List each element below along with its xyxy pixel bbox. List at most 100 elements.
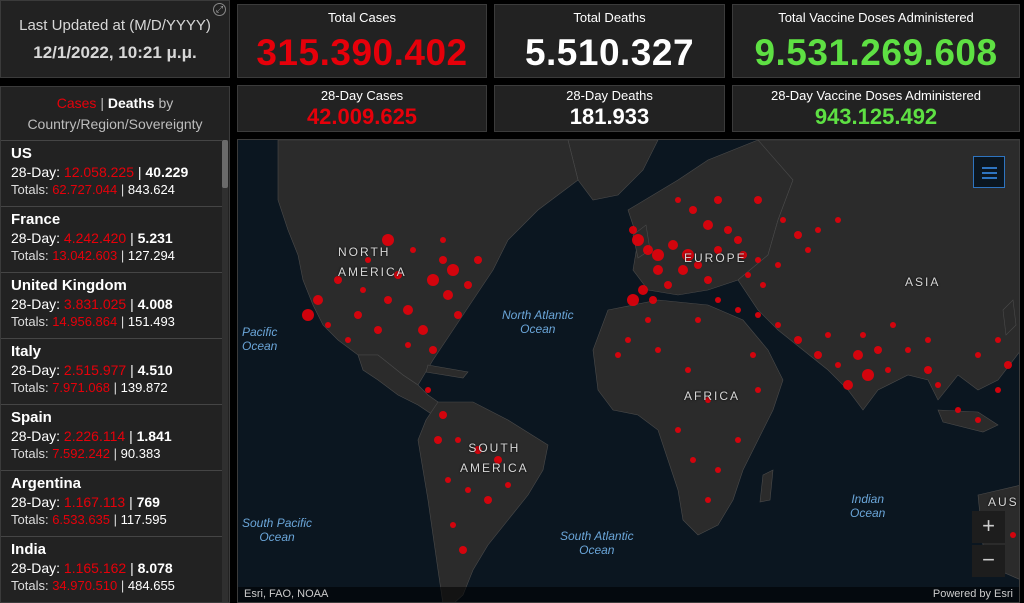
case-marker[interactable] <box>450 522 456 528</box>
case-marker[interactable] <box>814 351 822 359</box>
case-marker[interactable] <box>418 325 428 335</box>
case-marker[interactable] <box>935 382 941 388</box>
cases-tab[interactable]: Cases <box>57 95 97 111</box>
case-marker[interactable] <box>434 436 442 444</box>
case-marker[interactable] <box>625 337 631 343</box>
case-marker[interactable] <box>695 317 701 323</box>
case-marker[interactable] <box>714 196 722 204</box>
case-marker[interactable] <box>445 477 451 483</box>
case-marker[interactable] <box>649 296 657 304</box>
case-marker[interactable] <box>629 226 637 234</box>
case-marker[interactable] <box>794 336 802 344</box>
country-row[interactable]: US 28-Day: 12.058.225 | 40.229 Totals: 62.… <box>1 140 223 206</box>
case-marker[interactable] <box>652 249 664 261</box>
country-row[interactable]: United Kingdom 28-Day: 3.831.025 | 4.008 T… <box>1 272 223 338</box>
case-marker[interactable] <box>995 337 1001 343</box>
case-marker[interactable] <box>853 350 863 360</box>
case-marker[interactable] <box>705 497 711 503</box>
country-row[interactable]: Argentina 28-Day: 1.167.113 | 769 Totals: … <box>1 470 223 536</box>
case-marker[interactable] <box>715 467 721 473</box>
case-marker[interactable] <box>1004 361 1012 369</box>
case-marker[interactable] <box>975 417 981 423</box>
case-marker[interactable] <box>995 387 1001 393</box>
case-marker[interactable] <box>405 342 411 348</box>
case-marker[interactable] <box>427 274 439 286</box>
case-marker[interactable] <box>924 366 932 374</box>
case-marker[interactable] <box>760 282 766 288</box>
case-marker[interactable] <box>860 332 866 338</box>
case-marker[interactable] <box>835 217 841 223</box>
case-marker[interactable] <box>313 295 323 305</box>
case-marker[interactable] <box>384 296 392 304</box>
case-marker[interactable] <box>724 226 732 234</box>
case-marker[interactable] <box>474 256 482 264</box>
case-marker[interactable] <box>345 337 351 343</box>
scrollbar-thumb[interactable] <box>222 140 228 188</box>
case-marker[interactable] <box>638 285 648 295</box>
case-marker[interactable] <box>645 317 651 323</box>
case-marker[interactable] <box>780 217 786 223</box>
case-marker[interactable] <box>632 234 644 246</box>
case-marker[interactable] <box>745 272 751 278</box>
case-marker[interactable] <box>505 482 511 488</box>
case-marker[interactable] <box>655 347 661 353</box>
zoom-out-button[interactable]: − <box>972 545 1005 577</box>
case-marker[interactable] <box>775 322 781 328</box>
case-marker[interactable] <box>454 311 462 319</box>
case-marker[interactable] <box>325 322 331 328</box>
case-marker[interactable] <box>843 380 853 390</box>
country-row[interactable]: India 28-Day: 1.165.162 | 8.078 Totals: 34… <box>1 536 223 602</box>
case-marker[interactable] <box>775 262 781 268</box>
case-marker[interactable] <box>735 307 741 313</box>
case-marker[interactable] <box>675 197 681 203</box>
case-marker[interactable] <box>689 206 697 214</box>
case-marker[interactable] <box>664 281 672 289</box>
case-marker[interactable] <box>403 305 413 315</box>
case-marker[interactable] <box>410 247 416 253</box>
case-marker[interactable] <box>439 411 447 419</box>
case-marker[interactable] <box>360 287 366 293</box>
case-marker[interactable] <box>794 231 802 239</box>
case-marker[interactable] <box>690 457 696 463</box>
case-marker[interactable] <box>459 546 467 554</box>
case-marker[interactable] <box>302 309 314 321</box>
case-marker[interactable] <box>874 346 882 354</box>
expand-icon[interactable]: ⤢ <box>213 3 226 16</box>
case-marker[interactable] <box>975 352 981 358</box>
case-marker[interactable] <box>805 247 811 253</box>
case-marker[interactable] <box>354 311 362 319</box>
case-marker[interactable] <box>465 487 471 493</box>
case-marker[interactable] <box>735 437 741 443</box>
deaths-tab[interactable]: Deaths <box>108 95 155 111</box>
case-marker[interactable] <box>955 407 961 413</box>
case-marker[interactable] <box>627 294 639 306</box>
case-marker[interactable] <box>704 276 712 284</box>
world-map[interactable]: NORTH AMERICA EUROPE ASIA AFRICA SOUTH A… <box>237 139 1020 603</box>
case-marker[interactable] <box>750 352 756 358</box>
case-marker[interactable] <box>685 367 691 373</box>
case-marker[interactable] <box>464 281 472 289</box>
case-marker[interactable] <box>825 332 831 338</box>
case-marker[interactable] <box>890 322 896 328</box>
zoom-in-button[interactable]: + <box>972 511 1005 543</box>
case-marker[interactable] <box>447 264 459 276</box>
case-marker[interactable] <box>425 387 431 393</box>
case-marker[interactable] <box>755 312 761 318</box>
case-marker[interactable] <box>429 346 437 354</box>
case-marker[interactable] <box>615 352 621 358</box>
case-marker[interactable] <box>653 265 663 275</box>
case-marker[interactable] <box>675 427 681 433</box>
case-marker[interactable] <box>374 326 382 334</box>
case-marker[interactable] <box>734 236 742 244</box>
case-marker[interactable] <box>443 290 453 300</box>
case-marker[interactable] <box>715 297 721 303</box>
list-scrollbar[interactable] <box>222 140 228 602</box>
case-marker[interactable] <box>643 245 653 255</box>
case-marker[interactable] <box>754 196 762 204</box>
case-marker[interactable] <box>755 257 761 263</box>
case-marker[interactable] <box>885 367 891 373</box>
case-marker[interactable] <box>835 362 841 368</box>
case-marker[interactable] <box>1010 532 1016 538</box>
case-marker[interactable] <box>905 347 911 353</box>
case-marker[interactable] <box>703 220 713 230</box>
